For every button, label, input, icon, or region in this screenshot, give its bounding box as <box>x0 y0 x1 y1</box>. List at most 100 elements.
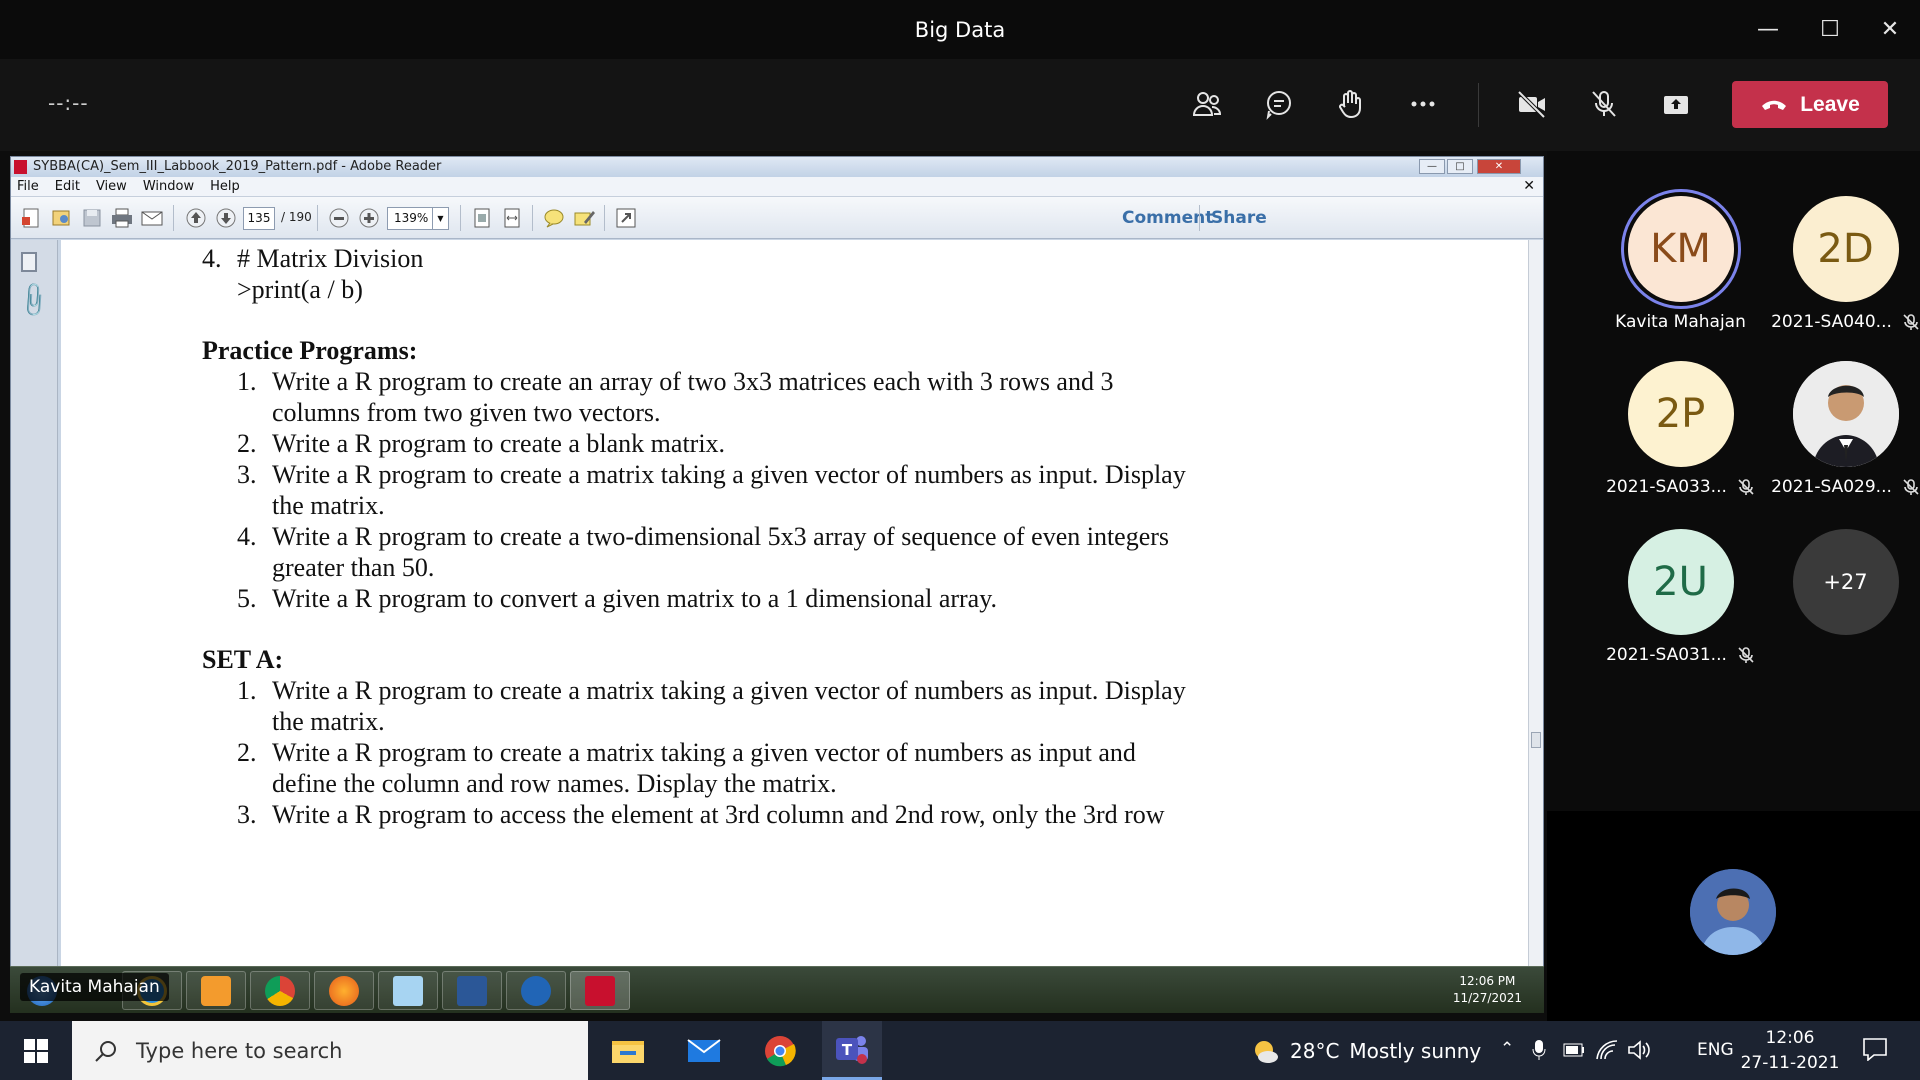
file-explorer-icon[interactable] <box>598 1021 658 1080</box>
remote-adobe-reader-icon[interactable] <box>570 971 630 1010</box>
remote-firefox-icon[interactable] <box>314 971 374 1010</box>
highlight-icon[interactable] <box>571 206 597 230</box>
zoom-value: 139% <box>394 211 429 225</box>
leave-button[interactable]: Leave <box>1732 81 1888 128</box>
previous-page-icon[interactable] <box>183 206 209 230</box>
fit-page-icon[interactable] <box>469 206 495 230</box>
chrome-icon[interactable] <box>750 1021 810 1080</box>
weather-condition: Mostly sunny <box>1349 1039 1482 1063</box>
chevron-up-icon[interactable]: ⌃ <box>1500 1039 1514 1059</box>
chat-icon[interactable] <box>1257 82 1301 126</box>
weather-temperature: 28°C <box>1290 1039 1340 1063</box>
mic-off-icon <box>1903 479 1919 495</box>
open-icon[interactable] <box>49 206 75 230</box>
participant-tile[interactable]: 2U 2021-SA031... <box>1598 529 1763 665</box>
list-number: 3. <box>237 460 257 489</box>
avatar: 2D <box>1792 196 1899 302</box>
overflow-participants[interactable]: +27 <box>1763 529 1920 635</box>
scrollbar-thumb[interactable] <box>1531 732 1541 748</box>
menu-view[interactable]: View <box>96 179 127 194</box>
document-close-icon[interactable]: ✕ <box>1523 178 1535 194</box>
list-number: 3. <box>237 800 257 829</box>
more-options-icon[interactable] <box>1401 82 1445 126</box>
remote-taskbar: 12:06 PM 11/27/2021 <box>10 966 1544 1013</box>
participant-tile[interactable]: KM Kavita Mahajan <box>1598 196 1763 332</box>
comment-note-icon[interactable] <box>541 206 567 230</box>
volume-icon[interactable] <box>1627 1039 1651 1061</box>
zoom-out-icon[interactable] <box>326 206 352 230</box>
avatar: 2U <box>1627 529 1734 635</box>
participant-tile[interactable]: 2P 2021-SA033... <box>1598 361 1763 497</box>
reader-minimize-button[interactable]: — <box>1419 159 1445 174</box>
mic-off-icon <box>1903 314 1919 330</box>
code-line: >print(a / b) <box>237 275 363 304</box>
participant-name: 2021-SA033... <box>1606 477 1727 497</box>
raise-hand-icon[interactable] <box>1329 82 1373 126</box>
list-item-text: Write a R program to create a two-dimens… <box>272 522 1170 551</box>
partly-sunny-icon <box>1255 1041 1278 1063</box>
menu-edit[interactable]: Edit <box>55 179 80 194</box>
mic-off-icon[interactable] <box>1582 82 1626 126</box>
camera-off-icon[interactable] <box>1510 82 1554 126</box>
wifi-icon[interactable] <box>1595 1039 1619 1061</box>
attachment-icon[interactable]: 📎 <box>13 280 54 321</box>
list-item-text: the matrix. <box>272 707 385 736</box>
reader-restore-button[interactable]: □ <box>1447 159 1473 174</box>
svg-text:T: T <box>842 1041 853 1059</box>
leave-label: Leave <box>1800 92 1860 116</box>
battery-icon[interactable] <box>1563 1043 1585 1057</box>
window-title: Big Data <box>914 18 1006 42</box>
list-number: 1. <box>237 367 257 396</box>
meeting-timer: --:-- <box>48 91 89 115</box>
remote-r-icon[interactable] <box>506 971 566 1010</box>
list-item-text: Write a R program to access the element … <box>272 800 1165 829</box>
list-item-text: # Matrix Division <box>237 244 424 273</box>
remote-chrome-icon[interactable] <box>250 971 310 1010</box>
close-button[interactable]: ✕ <box>1874 14 1906 46</box>
maximize-button[interactable]: ☐ <box>1814 14 1846 46</box>
email-icon[interactable] <box>139 206 165 230</box>
people-icon[interactable] <box>1185 82 1229 126</box>
save-icon[interactable] <box>79 206 105 230</box>
participant-tile[interactable]: 2D 2021-SA040... <box>1763 196 1920 332</box>
notification-center-icon[interactable] <box>1862 1037 1888 1061</box>
print-icon[interactable] <box>109 206 135 230</box>
menu-help[interactable]: Help <box>210 179 240 194</box>
list-number: 4. <box>202 244 222 273</box>
mail-icon[interactable] <box>674 1021 734 1080</box>
expand-icon[interactable] <box>613 206 639 230</box>
windows-start-icon[interactable] <box>0 1021 72 1080</box>
self-video[interactable] <box>1690 869 1776 955</box>
next-page-icon[interactable] <box>213 206 239 230</box>
taskbar-clock[interactable]: 12:06 27-11-2021 <box>1730 1026 1850 1076</box>
menu-window[interactable]: Window <box>143 179 194 194</box>
remote-media-icon[interactable] <box>186 971 246 1010</box>
zoom-select[interactable]: 139% ▼ <box>387 207 449 230</box>
list-number: 1. <box>237 676 257 705</box>
page-number-input[interactable]: 135 <box>243 207 275 230</box>
weather-widget[interactable]: 28°C Mostly sunny <box>1250 1037 1481 1065</box>
fit-width-icon[interactable] <box>499 206 525 230</box>
vertical-scrollbar[interactable] <box>1528 240 1543 974</box>
remote-notepad-icon[interactable] <box>378 971 438 1010</box>
remote-date: 11/27/2021 <box>1452 991 1522 1005</box>
list-item-text: Write a R program to create an array of … <box>272 367 1114 396</box>
pages-panel-icon[interactable] <box>21 252 37 272</box>
pdf-icon <box>14 160 27 174</box>
presenter-name-tag: Kavita Mahajan <box>20 973 169 1001</box>
participant-tile[interactable]: 2021-SA029... <box>1763 361 1920 497</box>
zoom-in-icon[interactable] <box>356 206 382 230</box>
menu-file[interactable]: File <box>17 179 39 194</box>
share-link[interactable]: Share <box>1211 208 1267 228</box>
teams-icon[interactable]: T <box>822 1021 882 1080</box>
taskbar-search-box[interactable]: Type here to search <box>72 1021 588 1080</box>
minimize-button[interactable]: — <box>1752 14 1784 46</box>
microphone-icon[interactable] <box>1532 1039 1546 1061</box>
create-pdf-icon[interactable] <box>19 206 45 230</box>
self-view-area <box>1547 811 1920 1021</box>
remote-word-icon[interactable] <box>442 971 502 1010</box>
language-indicator[interactable]: ENG <box>1697 1040 1734 1060</box>
share-tray-icon[interactable] <box>1654 82 1698 126</box>
reader-close-button[interactable]: ✕ <box>1477 159 1521 174</box>
shared-screen: SYBBA(CA)_Sem_III_Labbook_2019_Pattern.p… <box>0 151 1547 1021</box>
